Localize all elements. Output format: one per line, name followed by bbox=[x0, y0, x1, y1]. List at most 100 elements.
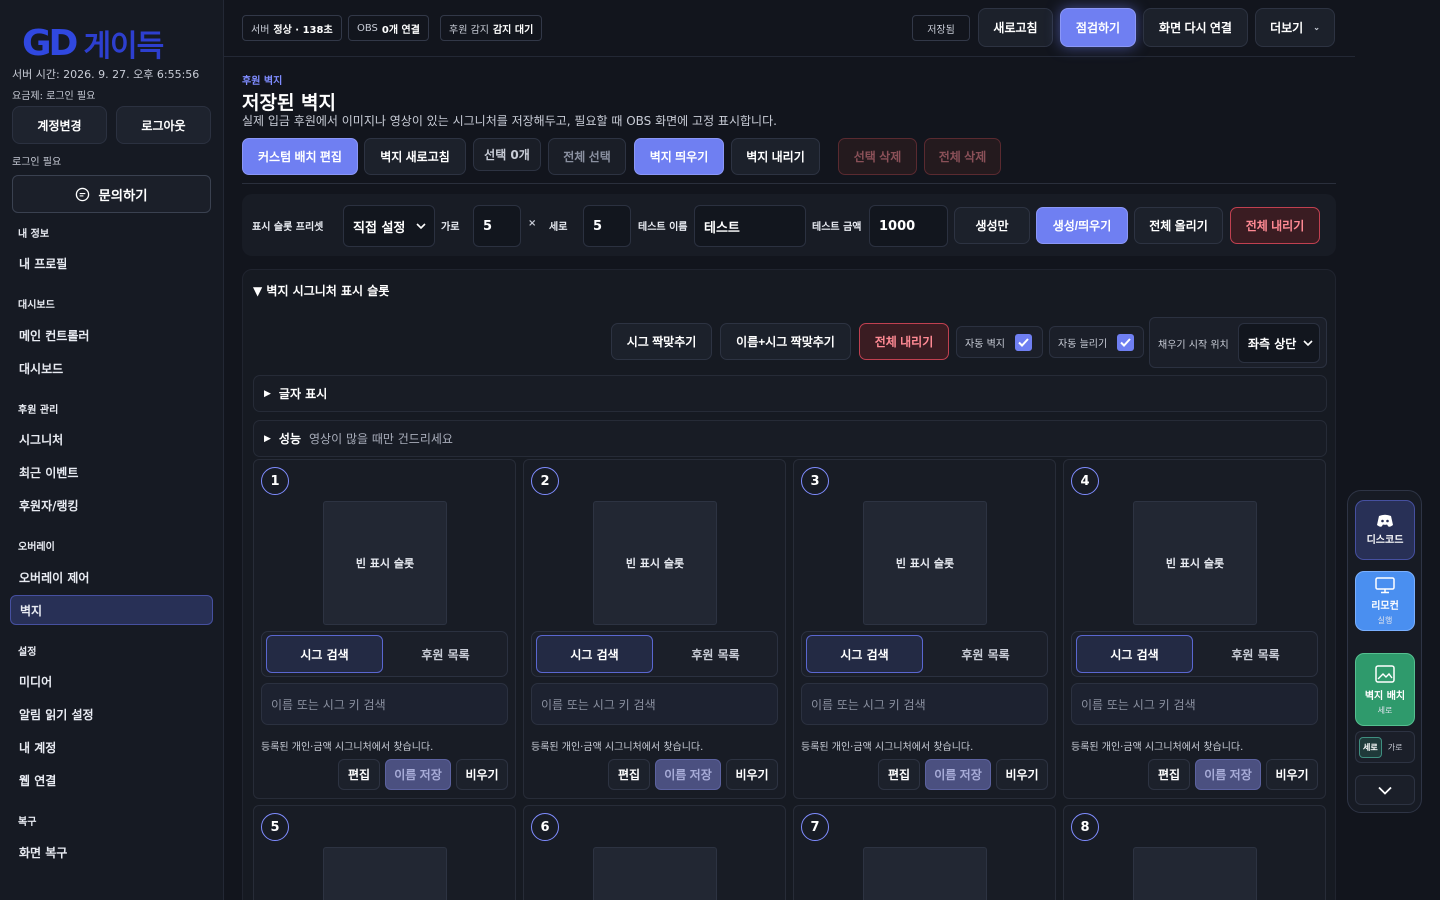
slot-preview[interactable]: 빈 표시 슬롯 bbox=[1133, 501, 1257, 625]
tab-donation-list[interactable]: 후원 목록 bbox=[927, 635, 1044, 673]
donation-detect-chip: 후원 감지 감지 대기 bbox=[440, 15, 543, 41]
donation-detect-label: 후원 감지 bbox=[449, 24, 489, 36]
sidebar-item-screen-restore[interactable]: 화면 복구 bbox=[10, 837, 213, 867]
panel-lower-all-button[interactable]: 전체 내리기 bbox=[1230, 207, 1320, 244]
performance-toggle[interactable]: ▶ 성능 영상이 많을 때만 건드리세요 bbox=[253, 420, 1327, 457]
auto-wall-toggle[interactable]: 자동 벽지 bbox=[956, 326, 1043, 358]
slot-search-input[interactable]: 이름 또는 시그 키 검색 bbox=[531, 683, 778, 725]
slot-edit-button[interactable]: 편집 bbox=[1148, 759, 1190, 790]
custom-layout-edit-button[interactable]: 커스텀 배치 편집 bbox=[242, 138, 358, 175]
slots-lower-all-button[interactable]: 전체 내리기 bbox=[859, 323, 949, 360]
sidebar-item-recent-events[interactable]: 최근 이벤트 bbox=[10, 457, 213, 487]
tab-sig-search[interactable]: 시그 검색 bbox=[806, 635, 923, 673]
sidebar-item-main-controller[interactable]: 메인 컨트롤러 bbox=[10, 320, 213, 350]
wall-slot: 1 빈 표시 슬롯 시그 검색 후원 목록 이름 또는 시그 키 검색 등록된 … bbox=[253, 459, 516, 799]
cols-label: 가로 bbox=[441, 222, 460, 233]
delete-selected-button[interactable]: 선택 삭제 bbox=[838, 138, 917, 175]
test-amount-input[interactable]: 1000 bbox=[869, 205, 948, 247]
remote-button[interactable]: 리모컨 실행 bbox=[1355, 571, 1415, 631]
preset-select[interactable]: 직접 설정 bbox=[343, 205, 435, 247]
fill-start-label: 채우기 시작 위치 bbox=[1158, 340, 1229, 351]
donation-detect-value: 감지 대기 bbox=[492, 24, 534, 36]
create-only-button[interactable]: 생성만 bbox=[954, 207, 1030, 244]
nav-section-title: 설정 bbox=[18, 647, 37, 658]
sidebar-item-profile[interactable]: 내 프로필 bbox=[10, 248, 213, 278]
slot-clear-button[interactable]: 비우기 bbox=[726, 759, 778, 790]
wall-hide-button[interactable]: 벽지 내리기 bbox=[731, 138, 820, 175]
create-show-button[interactable]: 생성/띄우기 bbox=[1036, 207, 1128, 244]
text-display-toggle[interactable]: ▶ 글자 표시 bbox=[253, 375, 1327, 412]
slot-edit-button[interactable]: 편집 bbox=[608, 759, 650, 790]
tab-donation-list[interactable]: 후원 목록 bbox=[387, 635, 504, 673]
more-button[interactable]: 더보기 ⌄ bbox=[1255, 8, 1335, 47]
inquiry-button[interactable]: 문의하기 bbox=[12, 175, 211, 213]
slot-search-input[interactable]: 이름 또는 시그 키 검색 bbox=[261, 683, 508, 725]
slot-preview[interactable] bbox=[323, 847, 447, 900]
orientation-horizontal[interactable]: 가로 bbox=[1386, 738, 1405, 757]
logo-text: 게이득 bbox=[83, 29, 164, 64]
inspect-button[interactable]: 점검하기 bbox=[1060, 8, 1136, 47]
slot-save-name-button[interactable]: 이름 저장 bbox=[655, 759, 721, 790]
slot-save-name-button[interactable]: 이름 저장 bbox=[925, 759, 991, 790]
slot-search-input[interactable]: 이름 또는 시그 키 검색 bbox=[1071, 683, 1318, 725]
slot-edit-button[interactable]: 편집 bbox=[338, 759, 380, 790]
slot-clear-button[interactable]: 비우기 bbox=[996, 759, 1048, 790]
logout-button[interactable]: 로그아웃 bbox=[116, 106, 211, 144]
sidebar-item-signature[interactable]: 시그니처 bbox=[10, 424, 213, 454]
slot-save-name-button[interactable]: 이름 저장 bbox=[385, 759, 451, 790]
sidebar-item-wallpaper[interactable]: 벽지 bbox=[10, 595, 213, 625]
slot-search-input[interactable]: 이름 또는 시그 키 검색 bbox=[801, 683, 1048, 725]
fill-start-select[interactable]: 좌측 상단 bbox=[1238, 323, 1320, 363]
test-name-input[interactable]: 테스트 bbox=[694, 205, 806, 247]
slot-preview[interactable]: 빈 표시 슬롯 bbox=[593, 501, 717, 625]
sidebar-item-donor-ranking[interactable]: 후원자/랭킹 bbox=[10, 490, 213, 520]
rows-input[interactable]: 5 bbox=[583, 205, 631, 247]
account-change-button[interactable]: 계정변경 bbox=[12, 106, 107, 144]
checkmark-icon bbox=[1014, 333, 1032, 351]
tab-sig-search[interactable]: 시그 검색 bbox=[1076, 635, 1193, 673]
slot-preview[interactable]: 빈 표시 슬롯 bbox=[863, 501, 987, 625]
times-symbol: × bbox=[528, 218, 537, 229]
slot-preview[interactable] bbox=[593, 847, 717, 900]
wall-show-button[interactable]: 벽지 띄우기 bbox=[634, 138, 724, 175]
performance-label: 성능 bbox=[278, 432, 302, 446]
sidebar-item-alert-read[interactable]: 알림 읽기 설정 bbox=[10, 699, 213, 729]
refresh-button[interactable]: 새로고침 bbox=[978, 8, 1053, 47]
dock-collapse-button[interactable] bbox=[1355, 775, 1415, 805]
orientation-toggle[interactable]: 세로 가로 bbox=[1355, 731, 1415, 763]
reconnect-screen-button[interactable]: 화면 다시 연결 bbox=[1143, 8, 1248, 47]
server-status-label: 서버 bbox=[251, 24, 270, 36]
chevron-down-icon: ⌄ bbox=[1313, 23, 1320, 32]
slot-clear-button[interactable]: 비우기 bbox=[456, 759, 508, 790]
slot-save-name-button[interactable]: 이름 저장 bbox=[1195, 759, 1261, 790]
tab-donation-list[interactable]: 후원 목록 bbox=[1197, 635, 1314, 673]
slot-preview[interactable]: 빈 표시 슬롯 bbox=[323, 501, 447, 625]
tab-donation-list[interactable]: 후원 목록 bbox=[657, 635, 774, 673]
sidebar-item-media[interactable]: 미디어 bbox=[10, 666, 213, 696]
orientation-vertical[interactable]: 세로 bbox=[1359, 736, 1382, 758]
slot-edit-button[interactable]: 편집 bbox=[878, 759, 920, 790]
cols-input[interactable]: 5 bbox=[473, 205, 521, 247]
sidebar-item-my-account[interactable]: 내 계정 bbox=[10, 732, 213, 762]
delete-all-button[interactable]: 전체 삭제 bbox=[924, 138, 1001, 175]
tab-sig-search[interactable]: 시그 검색 bbox=[266, 635, 383, 673]
tab-sig-search[interactable]: 시그 검색 bbox=[536, 635, 653, 673]
discord-button[interactable]: 디스코드 bbox=[1355, 500, 1415, 560]
logo[interactable]: GD 게이득 bbox=[22, 23, 164, 65]
slot-preview[interactable] bbox=[863, 847, 987, 900]
name-sig-match-button[interactable]: 이름+시그 짝맞추기 bbox=[720, 323, 851, 360]
sidebar-item-overlay-control[interactable]: 오버레이 제어 bbox=[10, 562, 213, 592]
sidebar-item-web-link[interactable]: 웹 연결 bbox=[10, 765, 213, 795]
raise-all-button[interactable]: 전체 올리기 bbox=[1134, 207, 1223, 244]
auto-grow-toggle[interactable]: 자동 늘리기 bbox=[1049, 326, 1144, 358]
slot-number: 5 bbox=[261, 813, 289, 841]
wall-refresh-button[interactable]: 벽지 새로고침 bbox=[364, 138, 466, 175]
slot-preview[interactable] bbox=[1133, 847, 1257, 900]
section-toggle[interactable]: ▼ 벽지 시그니처 표시 슬롯 bbox=[253, 282, 389, 299]
more-label: 더보기 bbox=[1270, 21, 1304, 35]
slot-clear-button[interactable]: 비우기 bbox=[1266, 759, 1318, 790]
wall-layout-button[interactable]: 벽지 배치 세로 bbox=[1355, 653, 1415, 726]
sidebar-item-dashboard[interactable]: 대시보드 bbox=[10, 353, 213, 383]
select-all-button[interactable]: 전체 선택 bbox=[548, 138, 626, 175]
sig-match-button[interactable]: 시그 짝맞추기 bbox=[611, 323, 712, 360]
